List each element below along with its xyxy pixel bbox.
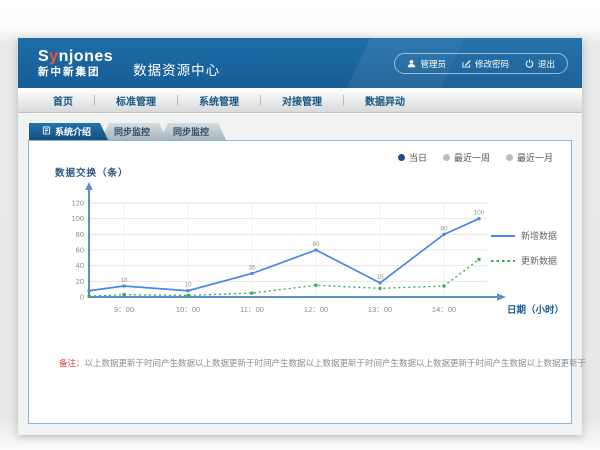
svg-text:120: 120: [71, 199, 84, 208]
x-axis-arrow: [497, 293, 506, 301]
x-axis-title: 日期（小时）: [507, 304, 564, 316]
filter-radio-2[interactable]: 最近一月: [506, 151, 553, 164]
data-point: [187, 294, 190, 297]
remark-text: 以上数据更新于时间产生数据以上数据更新于时间产生数据以上数据更新于时间产生数据以…: [85, 358, 587, 368]
radio-dot: [506, 154, 513, 161]
point-label: 35: [248, 265, 256, 272]
legend-label: 新增数据: [521, 229, 557, 242]
series-line-1: [89, 259, 479, 296]
data-point: [443, 285, 446, 288]
svg-text:10：00: 10：00: [176, 305, 200, 314]
admin-user-button[interactable]: 管理员: [407, 58, 446, 70]
data-point: [251, 292, 254, 295]
legend-swatch: [491, 235, 515, 237]
nav-item-0[interactable]: 首页: [32, 93, 94, 108]
chart-panel: 当日 最近一周 最近一月 数据交换（条） 0 20 40 60 80 100 120 9：00 10…: [28, 140, 572, 424]
data-point: [123, 285, 126, 288]
svg-text:11：00: 11：00: [240, 305, 264, 314]
y-axis-title: 数据交换（条）: [55, 165, 129, 179]
data-point: [88, 295, 91, 298]
tab-label: 同步监控: [173, 125, 209, 138]
data-point: [379, 281, 382, 284]
page-background: Synjones 新中新集团 数据资源中心 管理员修改密码退出 首页标准管理系统…: [0, 0, 600, 450]
point-label: 15: [376, 274, 384, 281]
svg-text:0: 0: [80, 293, 84, 302]
logo-part2: njones: [59, 48, 114, 65]
tab-bar: 系统介绍 同步监控 同步监控: [29, 123, 226, 140]
line-chart: 0 20 40 60 80 100 120 9：00 10：00 11：00 12：00 13：00 1…: [59, 181, 559, 321]
remark: 备注：以上数据更新于时间产生数据以上数据更新于时间产生数据以上数据更新于时间产生…: [59, 357, 586, 369]
svg-text:14：00: 14：00: [432, 305, 456, 314]
admin-user-button-label: 管理员: [420, 58, 446, 70]
radio-label: 最近一月: [517, 151, 553, 164]
data-point: [315, 249, 318, 252]
data-point: [379, 287, 382, 290]
point-label: 18: [120, 277, 128, 284]
y-axis-arrow: [85, 182, 93, 190]
time-filter-group: 当日 最近一周 最近一月: [398, 151, 553, 164]
app-header: Synjones 新中新集团 数据资源中心 管理员 修改密码 退出: [18, 38, 582, 88]
content-area: 系统介绍 同步监控 同步监控 当日 最近一周 最近一月 数据交换（条） 0 20 40 60 8…: [18, 113, 582, 434]
data-point: [251, 272, 254, 275]
point-label: 60: [312, 241, 320, 248]
filter-radio-0[interactable]: 当日: [398, 151, 427, 164]
radio-dot: [443, 154, 450, 161]
brand-subtitle: 新中新集团: [38, 65, 113, 79]
nav-item-2[interactable]: 系统管理: [178, 93, 260, 108]
svg-text:60: 60: [76, 246, 84, 255]
nav-item-1[interactable]: 标准管理: [95, 93, 177, 108]
logo-part1: S: [38, 48, 49, 65]
chart-legend: 新增数据更新数据: [491, 229, 557, 267]
svg-text:20: 20: [76, 277, 84, 286]
radio-label: 当日: [409, 151, 427, 164]
change-password-button[interactable]: 修改密码: [462, 58, 509, 70]
nav-item-3[interactable]: 对接管理: [261, 93, 343, 108]
data-point: [88, 289, 91, 292]
logo-accent: y: [49, 48, 58, 65]
filter-radio-1[interactable]: 最近一周: [443, 151, 490, 164]
tab-0[interactable]: 系统介绍: [29, 123, 108, 140]
svg-text:100: 100: [71, 214, 84, 223]
legend-item-1: 更新数据: [491, 254, 557, 267]
user-icon: [407, 59, 416, 68]
change-password-button-label: 修改密码: [475, 58, 509, 70]
logout-button[interactable]: 退出: [525, 58, 555, 70]
header-actions-pill: 管理员 修改密码 退出: [394, 53, 568, 74]
main-nav: 首页标准管理系统管理对接管理数据异动: [18, 88, 582, 113]
data-point: [123, 293, 126, 296]
point-label: 100: [474, 210, 485, 217]
nav-item-4[interactable]: 数据异动: [344, 93, 426, 108]
document-icon: [42, 126, 51, 137]
legend-item-0: 新增数据: [491, 229, 557, 242]
svg-text:13：00: 13：00: [368, 305, 392, 314]
tab-label: 同步监控: [114, 125, 150, 138]
svg-text:40: 40: [76, 261, 84, 270]
remark-label: 备注：: [59, 358, 85, 368]
svg-text:9：00: 9：00: [114, 305, 134, 314]
series-line-0: [89, 219, 479, 291]
logout-button-label: 退出: [538, 58, 555, 70]
tab-2[interactable]: 同步监控: [160, 123, 226, 140]
legend-swatch: [491, 260, 515, 262]
page-title: 数据资源中心: [133, 59, 220, 79]
brand-logo: Synjones 新中新集团: [38, 48, 113, 79]
data-point: [315, 284, 318, 287]
tab-1[interactable]: 同步监控: [101, 123, 167, 140]
logout-icon: [525, 59, 534, 68]
svg-text:12：00: 12：00: [304, 305, 328, 314]
data-point: [443, 233, 446, 236]
svg-text:80: 80: [76, 230, 84, 239]
radio-label: 最近一周: [454, 151, 490, 164]
app-window: Synjones 新中新集团 数据资源中心 管理员修改密码退出 首页标准管理系统…: [18, 38, 582, 435]
brand-logo-text: Synjones: [38, 48, 113, 65]
legend-label: 更新数据: [521, 254, 557, 267]
point-label: 80: [440, 225, 448, 232]
radio-dot: [398, 154, 405, 161]
tab-label: 系统介绍: [55, 125, 91, 138]
data-point: [478, 258, 481, 261]
point-label: 10: [184, 282, 192, 289]
edit-icon: [462, 59, 471, 68]
data-point: [187, 289, 190, 292]
data-point: [478, 217, 481, 220]
